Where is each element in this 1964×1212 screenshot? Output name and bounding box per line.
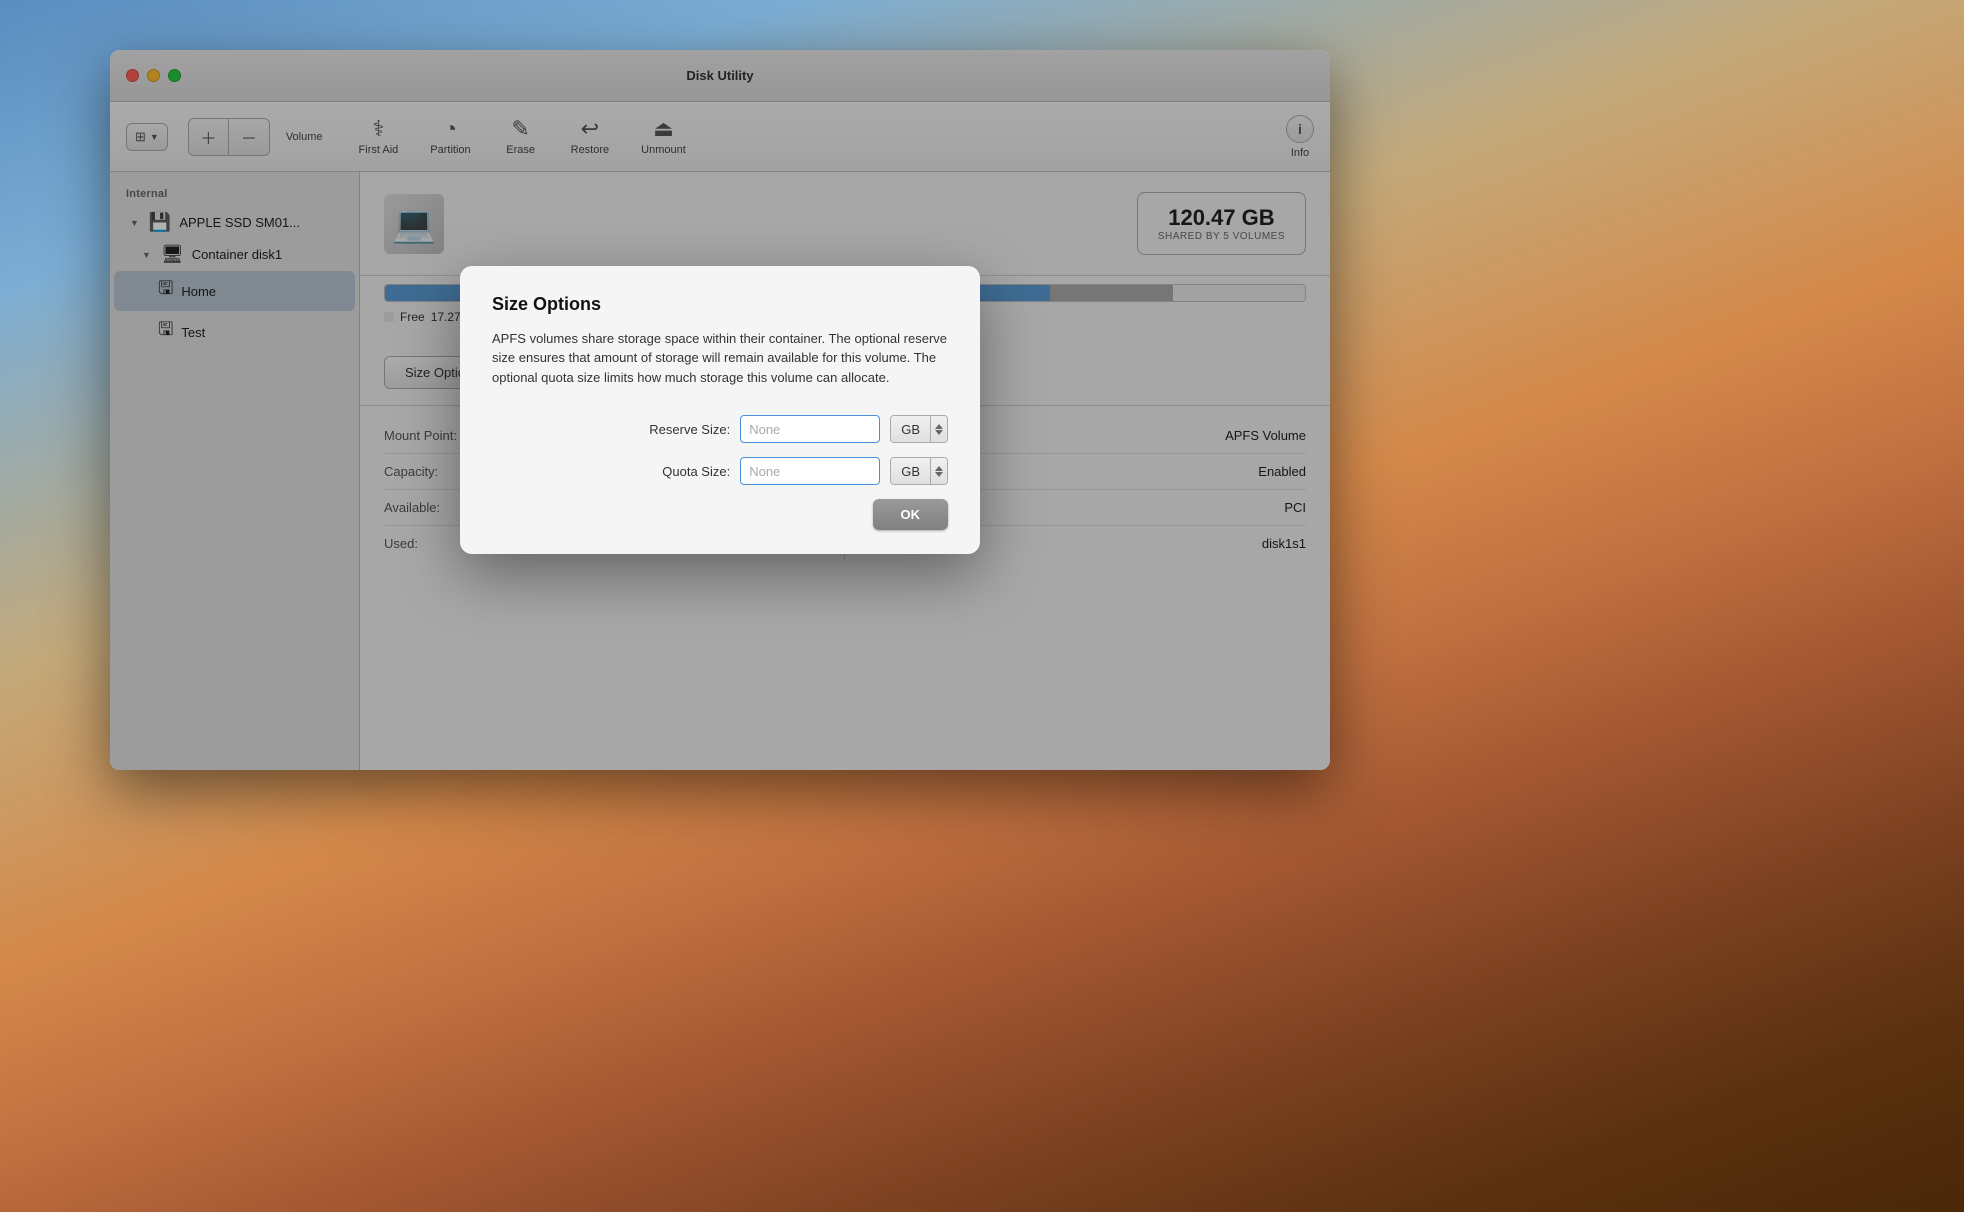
reserve-unit-label: GB [891, 416, 931, 442]
quota-size-input[interactable] [740, 457, 880, 485]
quota-size-label: Quota Size: [610, 464, 730, 479]
quota-size-row: Quota Size: GB [492, 457, 948, 485]
quota-unit-up-arrow [935, 466, 943, 471]
modal-title: Size Options [492, 294, 948, 315]
quota-unit-label: GB [891, 458, 931, 484]
quota-unit-select[interactable]: GB [890, 457, 948, 485]
reserve-size-input[interactable] [740, 415, 880, 443]
reserve-unit-up-arrow [935, 424, 943, 429]
modal-footer: OK [492, 499, 948, 530]
reserve-size-label: Reserve Size: [610, 422, 730, 437]
reserve-unit-down-arrow [935, 430, 943, 435]
disk-utility-window: Disk Utility ⊞ ▼ ＋ － Volume ⚕ First Aid … [110, 50, 1330, 770]
modal-ok-button[interactable]: OK [873, 499, 949, 530]
quota-unit-stepper[interactable] [931, 458, 947, 484]
reserve-unit-stepper[interactable] [931, 416, 947, 442]
modal-overlay: Size Options APFS volumes share storage … [110, 50, 1330, 770]
size-options-modal: Size Options APFS volumes share storage … [460, 266, 980, 555]
quota-unit-down-arrow [935, 472, 943, 477]
reserve-size-row: Reserve Size: GB [492, 415, 948, 443]
reserve-unit-select[interactable]: GB [890, 415, 948, 443]
modal-description: APFS volumes share storage space within … [492, 329, 948, 388]
